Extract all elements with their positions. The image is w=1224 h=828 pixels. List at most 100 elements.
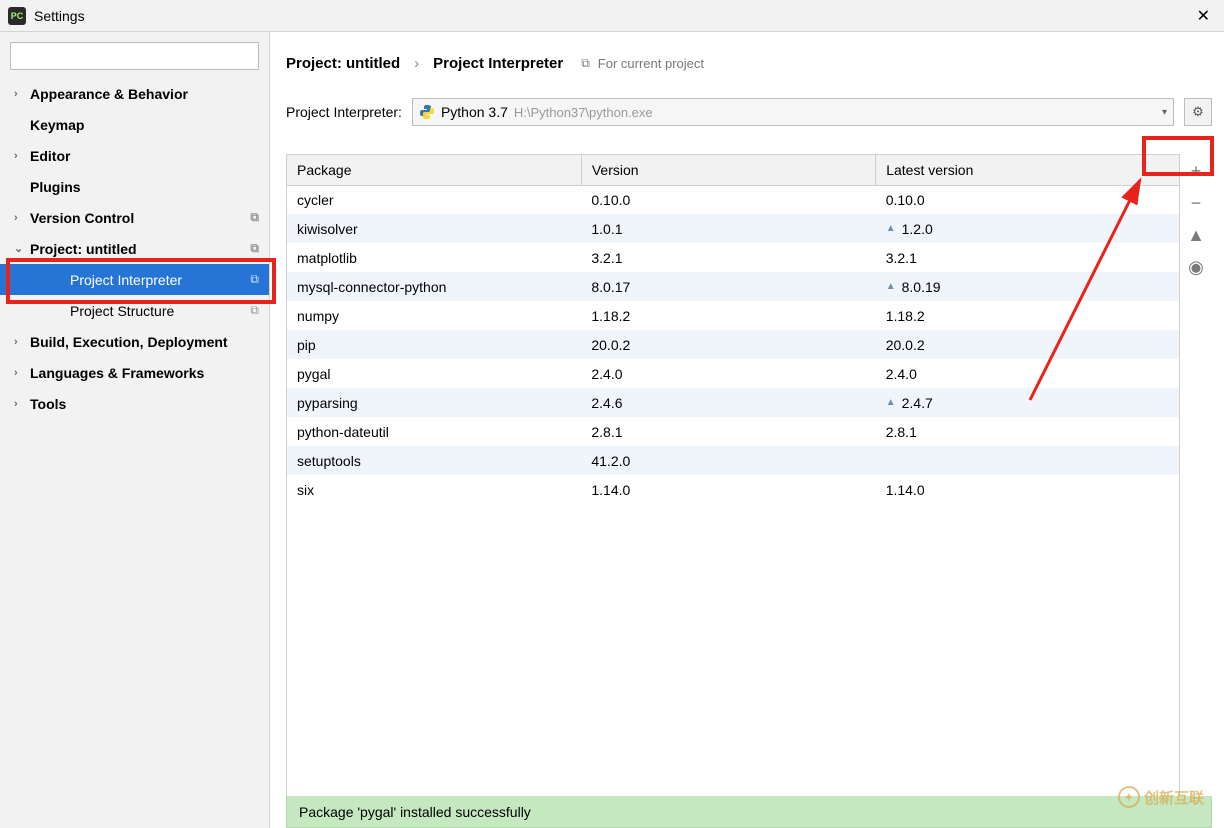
upgrade-available-icon: ▲ (886, 397, 896, 408)
package-latest: ▲8.0.19 (876, 272, 1179, 301)
expand-arrow-icon: › (14, 398, 28, 410)
sidebar-item-languages-frameworks[interactable]: ›Languages & Frameworks (0, 357, 269, 388)
upgrade-available-icon: ▲ (886, 223, 896, 234)
interpreter-name: Python 3.7 (441, 104, 508, 120)
sidebar-item-build-execution-deployment[interactable]: ›Build, Execution, Deployment (0, 326, 269, 357)
sidebar-item-label: Tools (30, 396, 66, 412)
table-row[interactable]: matplotlib3.2.13.2.1 (287, 243, 1179, 272)
table-row[interactable]: cycler0.10.00.10.0 (287, 185, 1179, 214)
sidebar-item-version-control[interactable]: ›Version Control ⧉ (0, 202, 269, 233)
copy-icon: ⧉ (250, 303, 259, 318)
sidebar-item-keymap[interactable]: Keymap (0, 109, 269, 140)
table-row[interactable]: kiwisolver1.0.1▲1.2.0 (287, 214, 1179, 243)
sidebar-item-project-interpreter[interactable]: Project Interpreter⧉ (0, 264, 269, 295)
upgrade-package-button[interactable]: ▲ (1183, 222, 1209, 248)
sidebar: 🔍 ›Appearance & BehaviorKeymap›EditorPlu… (0, 32, 270, 828)
column-version[interactable]: Version (581, 155, 875, 185)
table-row[interactable]: six1.14.01.14.0 (287, 475, 1179, 504)
sidebar-item-label: Project: untitled (30, 241, 137, 257)
interpreter-settings-button[interactable]: ⚙ (1184, 98, 1212, 126)
sidebar-item-project-structure[interactable]: Project Structure ⧉ (0, 295, 269, 326)
package-version: 1.0.1 (581, 214, 875, 243)
remove-package-button[interactable]: − (1183, 190, 1209, 216)
table-row[interactable]: pyparsing2.4.6▲2.4.7 (287, 388, 1179, 417)
package-latest: 20.0.2 (876, 330, 1179, 359)
table-row[interactable]: python-dateutil2.8.12.8.1 (287, 417, 1179, 446)
minus-icon: − (1191, 193, 1202, 214)
expand-arrow-icon: › (14, 367, 28, 379)
show-early-releases-button[interactable]: ◉ (1183, 254, 1209, 280)
search-input[interactable] (10, 42, 259, 70)
package-version: 1.14.0 (581, 475, 875, 504)
copy-icon: ⧉ (250, 241, 259, 256)
interpreter-path: H:\Python37\python.exe (514, 105, 653, 120)
sidebar-item-tools[interactable]: ›Tools (0, 388, 269, 419)
titlebar: PC Settings ✕ (0, 0, 1224, 32)
interpreter-dropdown[interactable]: Python 3.7 H:\Python37\python.exe ▾ (412, 98, 1174, 126)
package-name: pygal (287, 359, 581, 388)
for-current-project-label: For current project (598, 56, 704, 71)
expand-arrow-icon: › (14, 336, 28, 348)
table-row[interactable]: pygal2.4.02.4.0 (287, 359, 1179, 388)
table-row[interactable]: pip20.0.220.0.2 (287, 330, 1179, 359)
sidebar-item-label: Build, Execution, Deployment (30, 334, 228, 350)
package-latest (876, 446, 1179, 475)
sidebar-item-plugins[interactable]: Plugins (0, 171, 269, 202)
upgrade-available-icon: ▲ (886, 281, 896, 292)
package-name: mysql-connector-python (287, 272, 581, 301)
eye-icon: ◉ (1188, 257, 1204, 278)
status-message: Package 'pygal' installed successfully (299, 804, 531, 820)
package-name: cycler (287, 185, 581, 214)
package-version: 2.4.6 (581, 388, 875, 417)
package-version: 8.0.17 (581, 272, 875, 301)
package-version: 41.2.0 (581, 446, 875, 475)
sidebar-item-appearance-behavior[interactable]: ›Appearance & Behavior (0, 78, 269, 109)
packages-table: Package Version Latest version cycler0.1… (286, 154, 1180, 797)
app-icon: PC (8, 7, 26, 25)
python-icon (419, 104, 435, 120)
table-row[interactable]: numpy1.18.21.18.2 (287, 301, 1179, 330)
gear-icon: ⚙ (1192, 104, 1204, 120)
copy-icon: ⧉ (250, 210, 259, 225)
sidebar-item-editor[interactable]: ›Editor (0, 140, 269, 171)
add-package-button[interactable]: + (1183, 158, 1209, 184)
package-version: 2.8.1 (581, 417, 875, 446)
table-row[interactable]: mysql-connector-python8.0.17▲8.0.19 (287, 272, 1179, 301)
breadcrumb-project: Project: untitled (286, 55, 400, 72)
sidebar-item-label: Languages & Frameworks (30, 365, 204, 381)
table-row[interactable]: setuptools41.2.0 (287, 446, 1179, 475)
chevron-down-icon: ▾ (1162, 107, 1167, 118)
sidebar-item-label: Appearance & Behavior (30, 86, 188, 102)
sidebar-item-label: Project Structure (70, 303, 174, 319)
package-latest: 2.8.1 (876, 417, 1179, 446)
interpreter-label: Project Interpreter: (286, 104, 402, 120)
expand-arrow-icon: ⌄ (14, 242, 28, 255)
package-name: setuptools (287, 446, 581, 475)
sidebar-item-label: Project Interpreter (70, 272, 182, 288)
expand-arrow-icon: › (14, 150, 28, 162)
package-latest: 3.2.1 (876, 243, 1179, 272)
package-version: 20.0.2 (581, 330, 875, 359)
sidebar-item-label: Plugins (30, 179, 81, 195)
sidebar-item-label: Version Control (30, 210, 134, 226)
chevron-right-icon: › (414, 55, 419, 72)
column-package[interactable]: Package (287, 155, 581, 185)
package-name: six (287, 475, 581, 504)
plus-icon: + (1191, 161, 1202, 182)
sidebar-item-project-untitled[interactable]: ⌄Project: untitled ⧉ (0, 233, 269, 264)
column-latest[interactable]: Latest version (876, 155, 1179, 185)
package-version: 1.18.2 (581, 301, 875, 330)
package-name: python-dateutil (287, 417, 581, 446)
expand-arrow-icon: › (14, 88, 28, 100)
package-version: 3.2.1 (581, 243, 875, 272)
package-name: matplotlib (287, 243, 581, 272)
status-bar: Package 'pygal' installed successfully (286, 796, 1212, 828)
close-icon[interactable]: ✕ (1191, 4, 1216, 28)
package-name: pip (287, 330, 581, 359)
sidebar-item-label: Editor (30, 148, 70, 164)
breadcrumb-interpreter: Project Interpreter (433, 55, 563, 72)
content-panel: Project: untitled › Project Interpreter … (270, 32, 1224, 828)
package-latest: 2.4.0 (876, 359, 1179, 388)
watermark: ✦ 创新互联 (1118, 786, 1204, 808)
expand-arrow-icon: › (14, 212, 28, 224)
